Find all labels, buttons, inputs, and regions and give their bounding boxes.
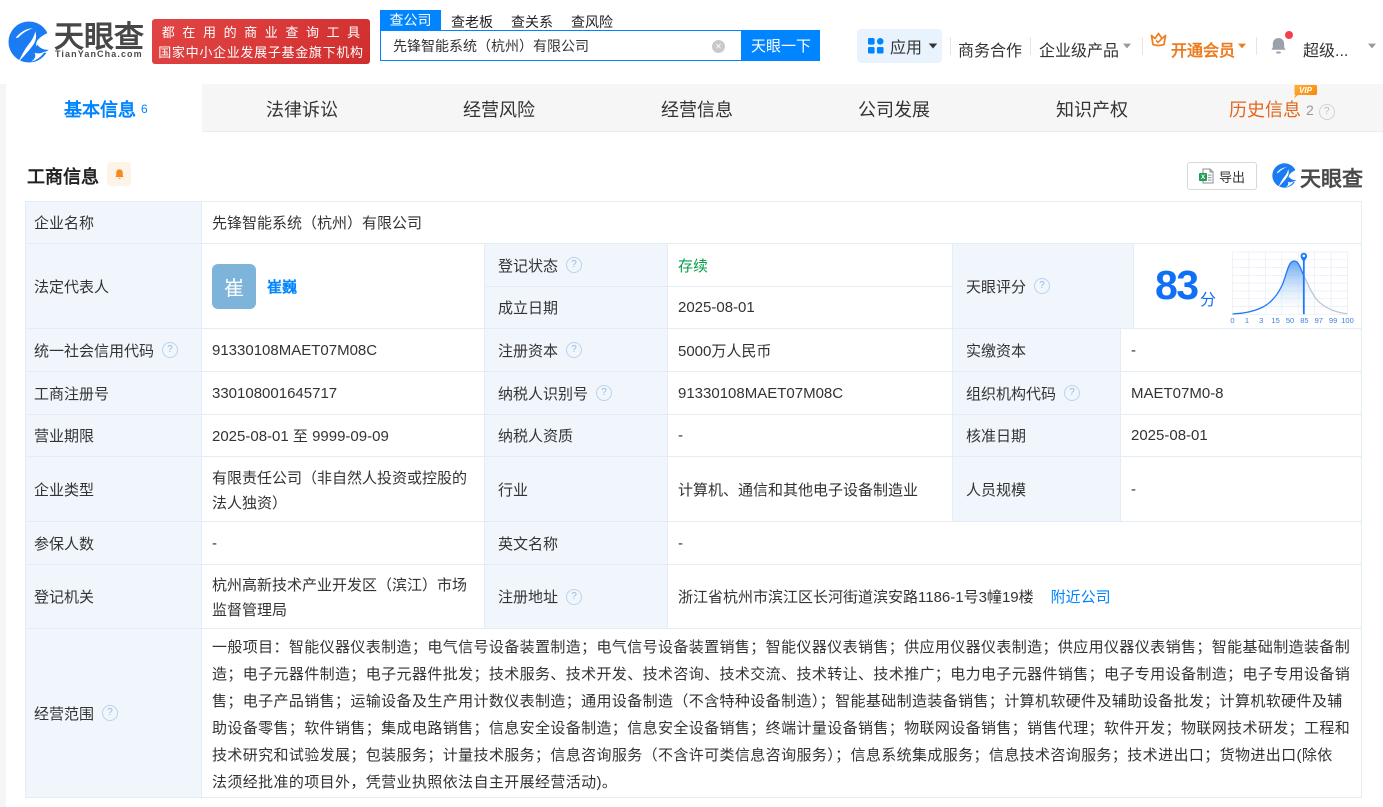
svg-text:VIP: VIP (1299, 86, 1313, 95)
svg-text:97: 97 (1315, 316, 1323, 325)
svg-text:100: 100 (1341, 316, 1354, 325)
svg-text:85: 85 (1300, 316, 1308, 325)
svg-text:99: 99 (1329, 316, 1337, 325)
svg-text:15: 15 (1271, 316, 1279, 325)
svg-text:0: 0 (1230, 316, 1234, 325)
svg-text:1: 1 (1245, 316, 1249, 325)
svg-text:3: 3 (1259, 316, 1263, 325)
svg-text:X: X (1201, 174, 1206, 181)
svg-text:50: 50 (1286, 316, 1294, 325)
